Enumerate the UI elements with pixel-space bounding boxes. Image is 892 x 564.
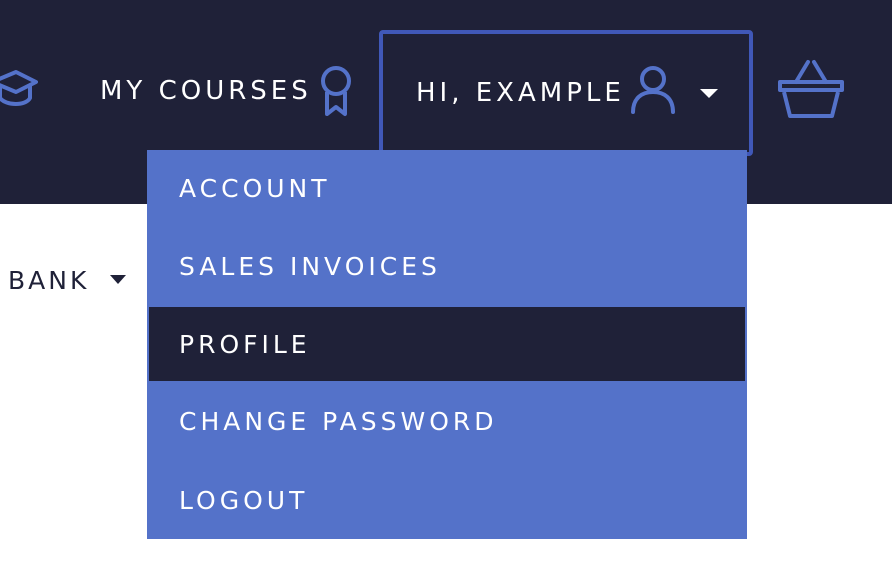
caret-down-icon[interactable] (700, 87, 718, 99)
menu-item-change-password[interactable]: CHANGE PASSWORD (147, 383, 747, 459)
menu-item-profile[interactable]: PROFILE (149, 307, 745, 381)
menu-item-sales-invoices[interactable]: SALES INVOICES (147, 228, 747, 304)
basket-icon[interactable] (774, 56, 848, 122)
ribbon-award-icon[interactable] (316, 64, 356, 118)
user-greeting[interactable]: HI, EXAMPLE (416, 80, 625, 106)
my-courses-link[interactable]: MY COURSES (100, 78, 312, 104)
menu-item-account[interactable]: ACCOUNT (147, 150, 747, 226)
user-icon[interactable] (628, 64, 678, 114)
graduation-cap-icon[interactable] (0, 64, 38, 116)
menu-item-logout[interactable]: LOGOUT (147, 461, 747, 539)
bank-selector-label[interactable]: BANK (8, 268, 89, 293)
account-dropdown-menu: ACCOUNT SALES INVOICES PROFILE CHANGE PA… (147, 150, 747, 539)
caret-down-icon[interactable] (110, 274, 126, 284)
